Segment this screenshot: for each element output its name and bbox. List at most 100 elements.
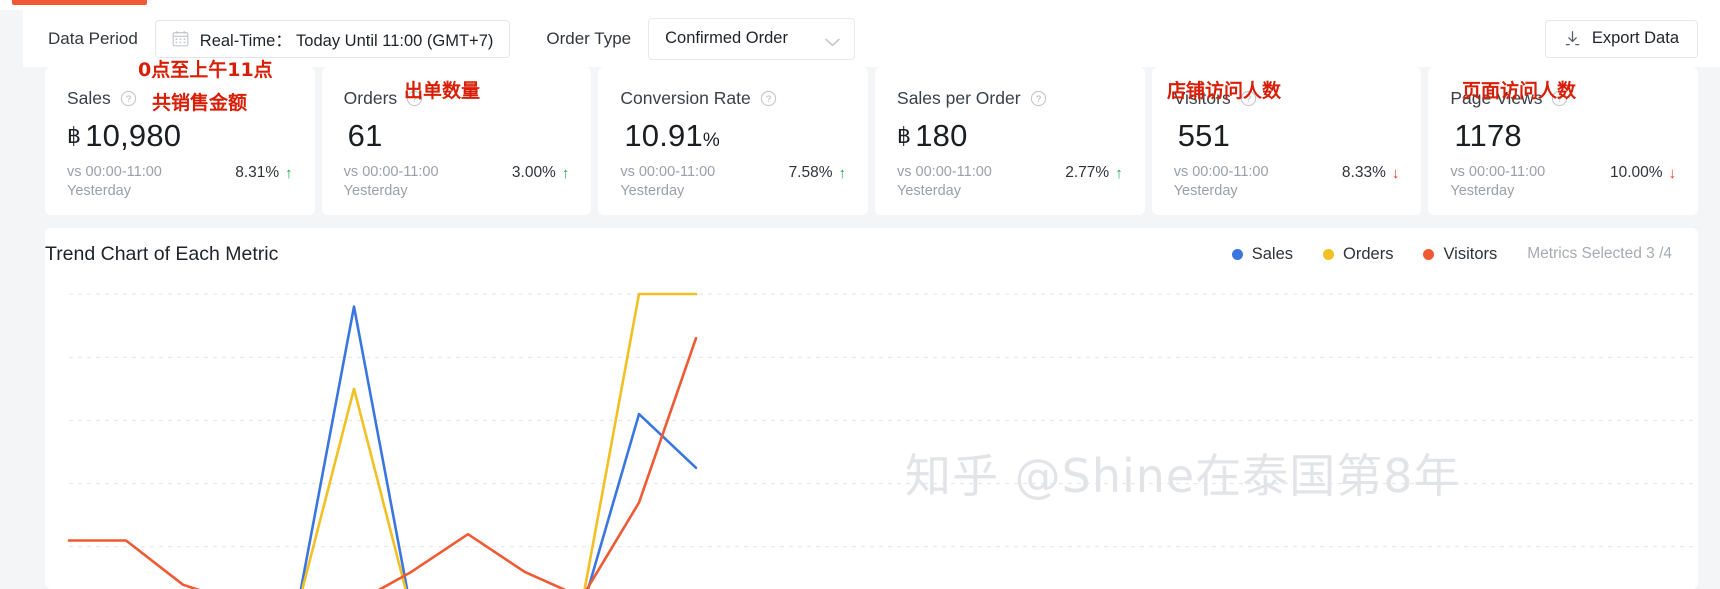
metric-delta: 2.77% ↑ xyxy=(1065,163,1122,182)
legend-dot-visitors xyxy=(1423,248,1435,260)
arrow-up-icon: ↑ xyxy=(838,164,847,182)
filter-bar: Data Period Real-Time： Today Until 11:00… xyxy=(23,10,1720,67)
question-circle-icon[interactable]: ? xyxy=(406,90,423,107)
metric-card-conversion-rate[interactable]: Conversion Rate ? 10.91% vs 00:00-11:00 … xyxy=(598,67,869,215)
question-circle-icon[interactable]: ? xyxy=(1551,90,1568,107)
order-type-value: Confirmed Order xyxy=(665,29,788,47)
trend-chart-plot[interactable] xyxy=(45,280,1698,589)
metric-card-footer: vs 00:00-11:00 Yesterday 7.58% ↑ xyxy=(620,163,846,201)
metric-card-page-views[interactable]: Page Views ? 1178 vs 00:00-11:00 Yesterd… xyxy=(1428,67,1699,215)
metric-delta: 8.31% ↑ xyxy=(235,163,292,182)
metrics-selected-label: Metrics Selected 3 /4 xyxy=(1527,245,1672,262)
question-circle-icon[interactable]: ? xyxy=(1240,90,1257,107)
window-top-strip xyxy=(0,0,1720,10)
metric-title: Visitors xyxy=(1173,87,1231,108)
comparison-label: vs 00:00-11:00 Yesterday xyxy=(1450,163,1545,201)
metric-value: 10,980 xyxy=(85,118,182,153)
delta-value: 8.31% xyxy=(235,164,280,181)
trend-chart-panel: Trend Chart of Each Metric Sales Orders … xyxy=(45,228,1698,589)
metric-value: 10.91 xyxy=(624,118,703,153)
comparison-label: vs 00:00-11:00 Yesterday xyxy=(1174,163,1269,201)
delta-value: 7.58% xyxy=(788,164,833,181)
metric-card-header: Sales per Order ? xyxy=(897,87,1123,109)
metric-card-orders[interactable]: Orders ? 61 vs 00:00-11:00 Yesterday 3.0… xyxy=(321,67,592,215)
legend-label-sales: Sales xyxy=(1251,244,1294,263)
question-circle-icon[interactable]: ? xyxy=(760,90,777,107)
delta-value: 10.00% xyxy=(1609,164,1663,181)
metric-card-footer: vs 00:00-11:00 Yesterday 8.31% ↑ xyxy=(67,163,293,201)
metric-card-header: Visitors ? xyxy=(1174,87,1400,109)
metric-value-row: 10.91% xyxy=(620,118,846,159)
metric-card-header: Page Views ? xyxy=(1450,87,1676,109)
metric-unit: % xyxy=(702,130,721,151)
metric-value-row: 1178 xyxy=(1450,118,1676,159)
metric-delta: 8.33% ↓ xyxy=(1342,163,1399,182)
delta-value: 3.00% xyxy=(511,164,556,181)
trend-chart-svg xyxy=(67,292,1698,589)
metric-card-row: Sales ? ฿ 10,980 vs 00:00-11:00 Yesterday… xyxy=(23,67,1720,215)
comparison-line-2: Yesterday xyxy=(343,183,408,199)
comparison-label: vs 00:00-11:00 Yesterday xyxy=(67,163,162,201)
data-period-picker[interactable]: Real-Time： Today Until 11:00 (GMT+7) xyxy=(154,19,511,58)
legend-item-sales[interactable]: Sales xyxy=(1231,244,1294,264)
arrow-up-icon: ↑ xyxy=(1115,164,1123,182)
metric-card-footer: vs 00:00-11:00 Yesterday 3.00% ↑ xyxy=(344,163,570,201)
metric-delta: 10.00% ↓ xyxy=(1610,163,1676,182)
svg-text:?: ? xyxy=(126,93,131,104)
metric-title: Sales per Order xyxy=(897,87,1021,108)
comparison-line-2: Yesterday xyxy=(1450,183,1515,199)
comparison-line-1: vs 00:00-11:00 xyxy=(67,164,162,180)
active-tab-accent-bar xyxy=(12,0,147,5)
export-data-label: Export Data xyxy=(1591,29,1679,47)
svg-text:?: ? xyxy=(1035,93,1040,104)
comparison-line-2: Yesterday xyxy=(620,183,685,199)
download-icon xyxy=(1564,30,1581,47)
comparison-line-2: Yesterday xyxy=(897,183,961,199)
arrow-down-icon: ↓ xyxy=(1668,164,1677,182)
arrow-down-icon: ↓ xyxy=(1391,164,1400,182)
metric-card-header: Conversion Rate ? xyxy=(620,87,846,109)
metric-delta: 7.58% ↑ xyxy=(789,163,846,182)
legend-item-visitors[interactable]: Visitors xyxy=(1423,245,1497,264)
legend-dot-sales xyxy=(1231,248,1243,260)
data-period-label: Data Period xyxy=(48,28,138,48)
comparison-line-1: vs 00:00-11:00 xyxy=(620,164,716,180)
legend-dot-orders xyxy=(1323,248,1335,260)
comparison-line-1: vs 00:00-11:00 xyxy=(343,164,439,180)
legend-item-orders[interactable]: Orders xyxy=(1323,245,1393,264)
metric-card-sales-per-order[interactable]: Sales per Order ? ฿ 180 vs 00:00-11:00 Ye… xyxy=(875,67,1145,215)
comparison-label: vs 00:00-11:00 Yesterday xyxy=(620,163,715,201)
order-type-label: Order Type xyxy=(546,28,632,48)
metric-title: Conversion Rate xyxy=(620,87,751,108)
page-left-rail xyxy=(0,10,23,589)
metric-title: Orders xyxy=(343,87,398,108)
metric-card-footer: vs 00:00-11:00 Yesterday 8.33% ↓ xyxy=(1174,163,1400,201)
top-strip-background xyxy=(0,0,1720,4)
calendar-icon xyxy=(172,30,189,47)
currency-symbol: ฿ xyxy=(67,123,82,148)
legend-label-visitors: Visitors xyxy=(1443,244,1498,263)
export-data-button[interactable]: Export Data xyxy=(1544,19,1698,58)
metric-card-footer: vs 00:00-11:00 Yesterday 10.00% ↓ xyxy=(1450,163,1676,201)
metric-title: Sales xyxy=(67,87,111,108)
metric-value: 61 xyxy=(347,118,383,153)
delta-value: 8.33% xyxy=(1341,164,1386,181)
comparison-line-1: vs 00:00-11:00 xyxy=(897,164,992,180)
order-type-select[interactable]: Confirmed Order xyxy=(648,17,856,60)
metric-card-sales[interactable]: Sales ? ฿ 10,980 vs 00:00-11:00 Yesterday… xyxy=(45,67,315,215)
delta-value: 2.77% xyxy=(1065,164,1110,181)
svg-text:?: ? xyxy=(1557,93,1562,104)
metric-value-row: ฿ 10,980 xyxy=(67,118,293,159)
metric-card-header: Sales ? xyxy=(67,87,293,109)
question-circle-icon[interactable]: ? xyxy=(1030,90,1047,107)
metric-delta: 3.00% ↑ xyxy=(512,163,569,182)
legend-label-orders: Orders xyxy=(1343,244,1394,263)
comparison-line-1: vs 00:00-11:00 xyxy=(1173,164,1269,180)
metric-value: 1178 xyxy=(1454,118,1522,153)
trend-chart-header: Trend Chart of Each Metric Sales Orders … xyxy=(45,228,1698,280)
metric-title: Page Views xyxy=(1450,87,1543,108)
metric-card-visitors[interactable]: Visitors ? 551 vs 00:00-11:00 Yesterday … xyxy=(1151,67,1422,215)
currency-symbol: ฿ xyxy=(897,123,912,148)
svg-text:?: ? xyxy=(766,93,771,104)
question-circle-icon[interactable]: ? xyxy=(120,90,137,107)
